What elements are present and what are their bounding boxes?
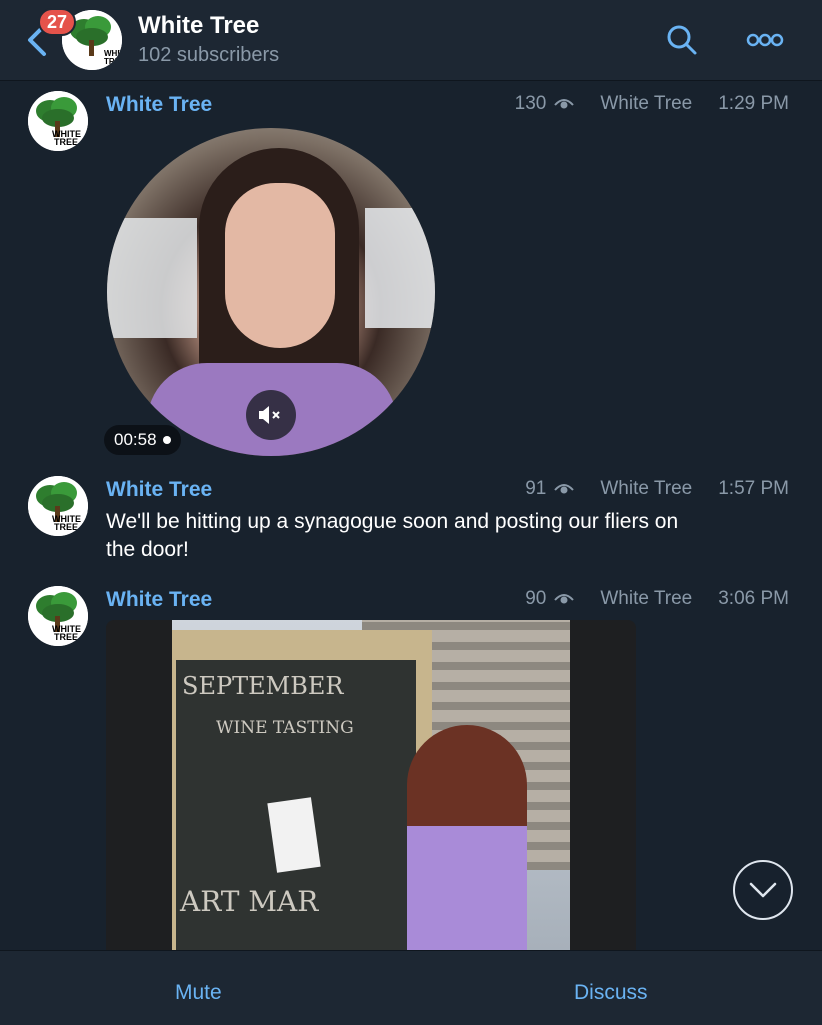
tree-logo-icon: WHITE TREE: [28, 91, 88, 151]
eye-icon: [554, 99, 575, 109]
duration-text: 00:58: [114, 430, 157, 449]
chevron-down-icon: [749, 882, 777, 898]
mute-button[interactable]: Mute: [175, 981, 222, 1005]
window-light: [365, 208, 435, 328]
tree-logo-icon: WHITE TREE: [28, 476, 88, 536]
svg-text:TREE: TREE: [54, 522, 78, 532]
tree-logo-icon: WHITE TREE: [28, 586, 88, 646]
post-signature: White Tree: [600, 93, 693, 114]
video-duration: 00:58: [104, 425, 181, 455]
speaker-muted-icon: [259, 406, 280, 424]
photo-scene: SEPTEMBER WINE TASTING ART MAR: [172, 620, 570, 950]
message-meta: 90 White Tree 3:06 PM: [525, 588, 789, 610]
eye-icon: [554, 594, 575, 604]
discuss-button[interactable]: Discuss: [574, 981, 648, 1005]
svg-text:TREE: TREE: [54, 137, 78, 147]
search-button[interactable]: [664, 22, 700, 58]
more-button[interactable]: [746, 30, 784, 50]
post-signature: White Tree: [600, 478, 693, 499]
view-count: 90: [525, 588, 547, 609]
message-time: 3:06 PM: [718, 588, 789, 609]
photo-person: [407, 725, 527, 950]
message-text: We'll be hitting up a synagogue soon and…: [106, 510, 679, 561]
window-light: [107, 218, 197, 338]
unplayed-dot-icon: [162, 436, 171, 444]
message-time: 1:57 PM: [718, 478, 789, 499]
chalk-text: ART MAR: [180, 885, 319, 918]
view-count: 130: [514, 93, 547, 114]
chat-header: 27 WHITE TREE White Tree 102 subscribers: [0, 0, 822, 81]
message-meta: 91 White Tree 1:57 PM: [525, 478, 789, 500]
channel-title[interactable]: White Tree: [138, 12, 259, 40]
search-icon: [667, 25, 697, 55]
subscriber-count: 102 subscribers: [138, 44, 280, 66]
svg-text:TREE: TREE: [54, 632, 78, 642]
post-signature: White Tree: [600, 588, 693, 609]
message-avatar[interactable]: WHITE TREE: [28, 91, 88, 151]
message-author[interactable]: White Tree: [106, 588, 212, 612]
message-avatar[interactable]: WHITE TREE: [28, 476, 88, 536]
video-mute-toggle[interactable]: [246, 390, 296, 440]
view-count: 91: [525, 478, 547, 499]
bottom-action-bar: Mute Discuss: [0, 950, 822, 1025]
svg-text:TREE: TREE: [104, 57, 122, 66]
more-icon: [746, 33, 784, 47]
photo-message[interactable]: SEPTEMBER WINE TASTING ART MAR: [106, 620, 636, 950]
scroll-down-button[interactable]: [733, 860, 793, 920]
chalk-text: WINE TASTING: [216, 718, 354, 738]
message-time: 1:29 PM: [718, 93, 789, 114]
message-avatar[interactable]: WHITE TREE: [28, 586, 88, 646]
chalk-text: SEPTEMBER: [182, 672, 344, 700]
eye-icon: [554, 484, 575, 494]
message-author[interactable]: White Tree: [106, 93, 212, 117]
message-meta: 130 White Tree 1:29 PM: [515, 93, 789, 115]
unread-badge: 27: [38, 8, 76, 36]
video-person-face: [225, 183, 335, 348]
message-author[interactable]: White Tree: [106, 478, 212, 502]
